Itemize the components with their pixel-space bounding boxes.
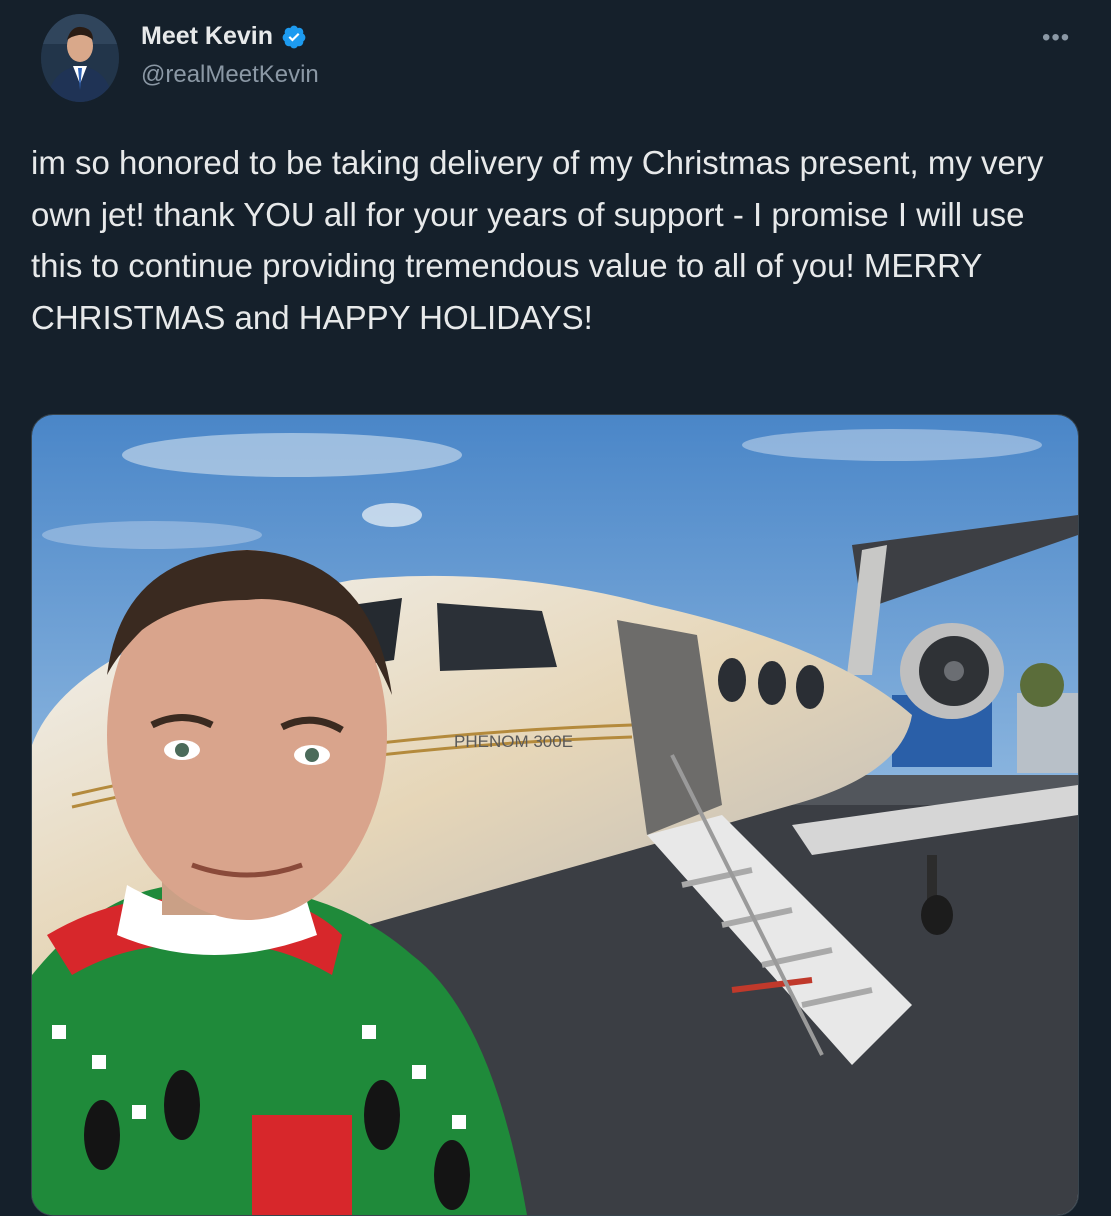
author-handle[interactable]: @realMeetKevin <box>141 61 319 89</box>
avatar-man-suit-icon <box>41 14 119 102</box>
more-options-button[interactable]: ••• <box>1042 24 1070 52</box>
author-avatar[interactable] <box>41 14 119 102</box>
selfie-photo-icon: PHENOM 300E <box>32 415 1078 1215</box>
tweet-media-image[interactable]: PHENOM 300E <box>31 414 1079 1216</box>
verified-badge-icon <box>282 25 306 48</box>
author-display-name[interactable]: Meet Kevin <box>141 22 273 51</box>
author-name-row[interactable]: Meet Kevin <box>141 22 307 51</box>
jet-marking-text: PHENOM 300E <box>454 732 573 751</box>
tweet-text: im so honored to be taking delivery of m… <box>31 144 1044 336</box>
